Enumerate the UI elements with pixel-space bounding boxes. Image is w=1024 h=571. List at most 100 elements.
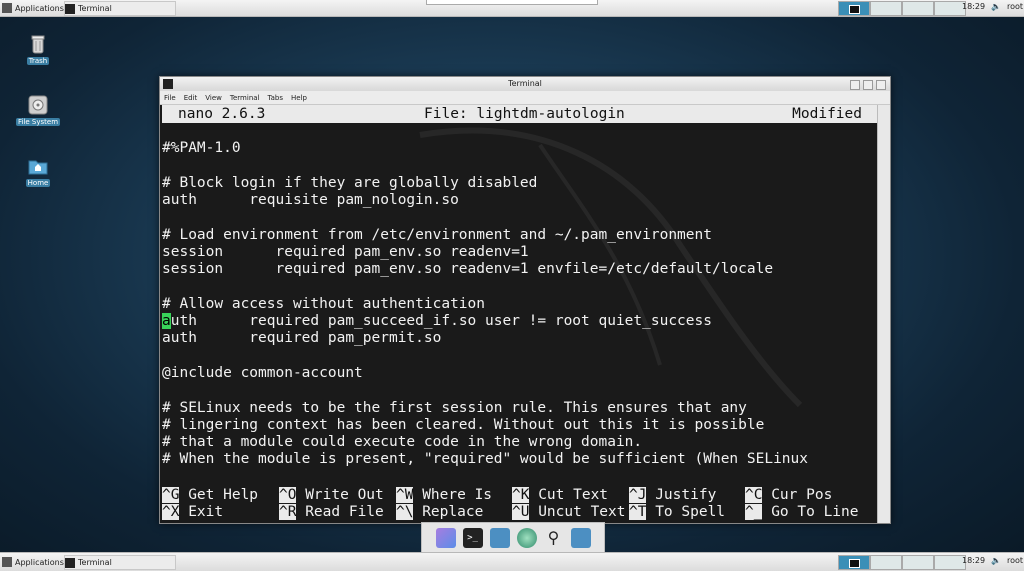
workspace-2[interactable]	[870, 1, 902, 16]
menu-file[interactable]: File	[164, 94, 176, 102]
shortcut-justify[interactable]: ^J Justify	[629, 487, 716, 504]
taskbar-terminal[interactable]: Terminal	[64, 1, 176, 16]
applications-menu[interactable]: Applications	[2, 2, 64, 14]
shortcut-label: Replace	[422, 504, 484, 520]
shortcut-key: ^W	[396, 487, 414, 503]
editor-line[interactable]: # that a module could execute code in th…	[162, 434, 642, 451]
user-label[interactable]: root	[1007, 556, 1023, 565]
speaker-icon[interactable]: 🔈	[991, 556, 1001, 565]
browser-icon[interactable]	[516, 528, 537, 548]
shortcut-cur-pos[interactable]: ^C Cur Pos	[745, 487, 832, 504]
nano-filename: File: lightdm-autologin	[424, 106, 625, 122]
editor-line[interactable]: #%PAM-1.0	[162, 140, 241, 157]
terminal-scrollbar[interactable]	[877, 105, 890, 523]
workspace-switcher[interactable]	[838, 555, 966, 570]
desktop-icon-label: Home	[25, 179, 51, 187]
taskbar-terminal-label: Terminal	[78, 558, 112, 567]
workspace-1[interactable]	[838, 1, 870, 16]
terminal-icon	[65, 557, 75, 568]
shortcut-to-spell[interactable]: ^T To Spell	[629, 504, 725, 521]
shortcut-key: ^X	[162, 504, 180, 520]
editor-line[interactable]: auth requisite pam_nologin.so	[162, 192, 459, 209]
files-icon[interactable]	[435, 528, 456, 548]
workspace-1[interactable]	[838, 555, 870, 570]
folder-icon[interactable]	[570, 528, 591, 548]
editor-line[interactable]: auth required pam_permit.so	[162, 330, 441, 347]
terminal-icon	[65, 3, 75, 14]
terminal-window[interactable]: Terminal File Edit View Terminal Tabs He…	[159, 76, 891, 524]
shortcut-label: Read File	[305, 504, 384, 520]
editor-line[interactable]: # Allow access without authentication	[162, 296, 485, 313]
maximize-icon[interactable]	[863, 80, 873, 90]
editor-line[interactable]: # lingering context has been cleared. Wi…	[162, 417, 764, 434]
clock[interactable]: 18:29	[962, 556, 985, 565]
desktop-icon-label: File System	[15, 118, 61, 126]
shortcut-where-is[interactable]: ^W Where Is	[396, 487, 492, 504]
clock[interactable]: 18:29	[962, 2, 985, 11]
editor-line[interactable]: session required pam_env.so readenv=1 en…	[162, 261, 773, 278]
terminal-content[interactable]: nano 2.6.3 File: lightdm-autologin Modif…	[160, 105, 878, 523]
shortcut-write-out[interactable]: ^O Write Out	[279, 487, 384, 504]
window-icon	[848, 5, 860, 14]
shortcut-exit[interactable]: ^X Exit	[162, 504, 223, 521]
user-label[interactable]: root	[1007, 2, 1023, 11]
shortcut-key: ^T	[629, 504, 647, 520]
window-titlebar[interactable]: Terminal	[160, 77, 890, 91]
shortcut-key: ^C	[745, 487, 763, 503]
taskbar-terminal[interactable]: Terminal	[64, 555, 176, 570]
minimize-icon[interactable]	[850, 80, 860, 90]
speaker-icon[interactable]: 🔈	[991, 2, 1001, 11]
applications-label: Applications	[15, 3, 64, 13]
editor-line[interactable]: # When the module is present, "required"…	[162, 451, 808, 468]
nano-status: Modified	[792, 106, 862, 122]
top-panel: Applications Terminal 18:29 🔈 root	[0, 0, 1024, 17]
shortcut-key: ^J	[629, 487, 647, 503]
terminal-icon[interactable]: >_	[462, 528, 483, 548]
nano-version: nano 2.6.3	[178, 106, 266, 122]
editor-line[interactable]: # Block login if they are globally disab…	[162, 175, 537, 192]
editor-line[interactable]: # SELinux needs to be the first session …	[162, 400, 747, 417]
dock: >_ ⚲	[421, 522, 605, 554]
desktop-icon-trash[interactable]: Trash	[13, 33, 63, 65]
shortcut-go-to-line[interactable]: ^_ Go To Line	[745, 504, 859, 521]
menu-edit[interactable]: Edit	[184, 94, 198, 102]
editor-line[interactable]: session required pam_env.so readenv=1	[162, 244, 529, 261]
kali-logo-icon	[2, 3, 12, 13]
home-folder-icon	[27, 155, 49, 177]
shortcut-cut-text[interactable]: ^K Cut Text	[512, 487, 608, 504]
editor-line[interactable]: # Load environment from /etc/environment…	[162, 227, 712, 244]
shortcut-replace[interactable]: ^\ Replace	[396, 504, 483, 521]
drive-icon	[27, 94, 49, 116]
window-icon	[848, 559, 860, 568]
applications-menu[interactable]: Applications	[2, 556, 64, 568]
workspace-2[interactable]	[870, 555, 902, 570]
shortcut-uncut-text[interactable]: ^U Uncut Text	[512, 504, 626, 521]
shortcut-label: Exit	[188, 504, 224, 520]
panel-tab	[426, 0, 598, 5]
editor-line[interactable]: @include common-account	[162, 365, 363, 382]
shortcut-label: Go To Line	[771, 504, 859, 520]
desktop-icon-home[interactable]: Home	[13, 155, 63, 187]
menu-help[interactable]: Help	[291, 94, 307, 102]
window-title: Terminal	[508, 79, 542, 88]
shortcut-read-file[interactable]: ^R Read File	[279, 504, 384, 521]
shortcut-get-help[interactable]: ^G Get Help	[162, 487, 258, 504]
workspace-switcher[interactable]	[838, 1, 966, 16]
menu-terminal[interactable]: Terminal	[230, 94, 260, 102]
workspace-3[interactable]	[902, 1, 934, 16]
menu-tabs[interactable]: Tabs	[268, 94, 284, 102]
editor-line-cursor[interactable]: auth required pam_succeed_if.so user != …	[162, 313, 712, 330]
shortcut-key: ^G	[162, 487, 180, 503]
workspace-3[interactable]	[902, 555, 934, 570]
shortcut-key: ^_	[745, 504, 763, 520]
cursor-line-text: uth required pam_succeed_if.so user != r…	[170, 313, 712, 329]
search-icon[interactable]: ⚲	[544, 528, 564, 548]
desktop-icon-filesystem[interactable]: File System	[13, 94, 63, 126]
menu-view[interactable]: View	[205, 94, 222, 102]
system-tray: 18:29 🔈 root	[962, 2, 1023, 11]
nano-header: nano 2.6.3 File: lightdm-autologin Modif…	[162, 105, 878, 123]
shortcut-label: Cur Pos	[771, 487, 833, 503]
close-icon[interactable]	[876, 80, 886, 90]
folder-icon[interactable]	[489, 528, 510, 548]
taskbar-terminal-label: Terminal	[78, 4, 112, 13]
